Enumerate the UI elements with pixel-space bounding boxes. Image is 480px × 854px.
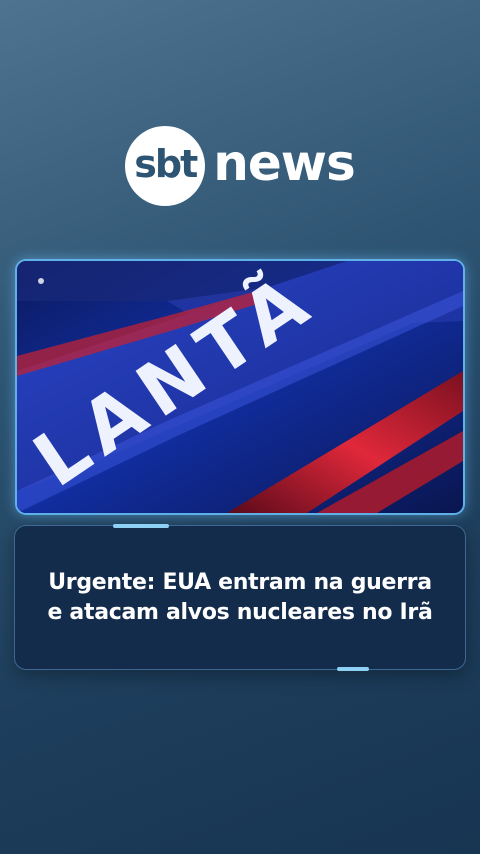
sbt-news-logo: sbt news: [0, 124, 480, 208]
headline-line-2: e atacam alvos nucleares no Irã: [47, 599, 433, 625]
headline-text: Urgente: EUA entram na guerra e atacam a…: [30, 568, 450, 628]
plantao-studio-graphic: LANTÃ: [17, 261, 463, 513]
sbt-logo-text: sbt: [134, 142, 198, 186]
card-accent-top: [113, 524, 169, 528]
card-accent-bottom: [337, 667, 369, 671]
news-logo-text: news: [213, 134, 355, 192]
sbt-logo-circle: sbt: [125, 126, 206, 206]
news-image: LANTÃ: [17, 261, 463, 513]
headline-line-1: Urgente: EUA entram na guerra: [48, 569, 432, 595]
headline-card: Urgente: EUA entram na guerra e atacam a…: [14, 524, 466, 671]
